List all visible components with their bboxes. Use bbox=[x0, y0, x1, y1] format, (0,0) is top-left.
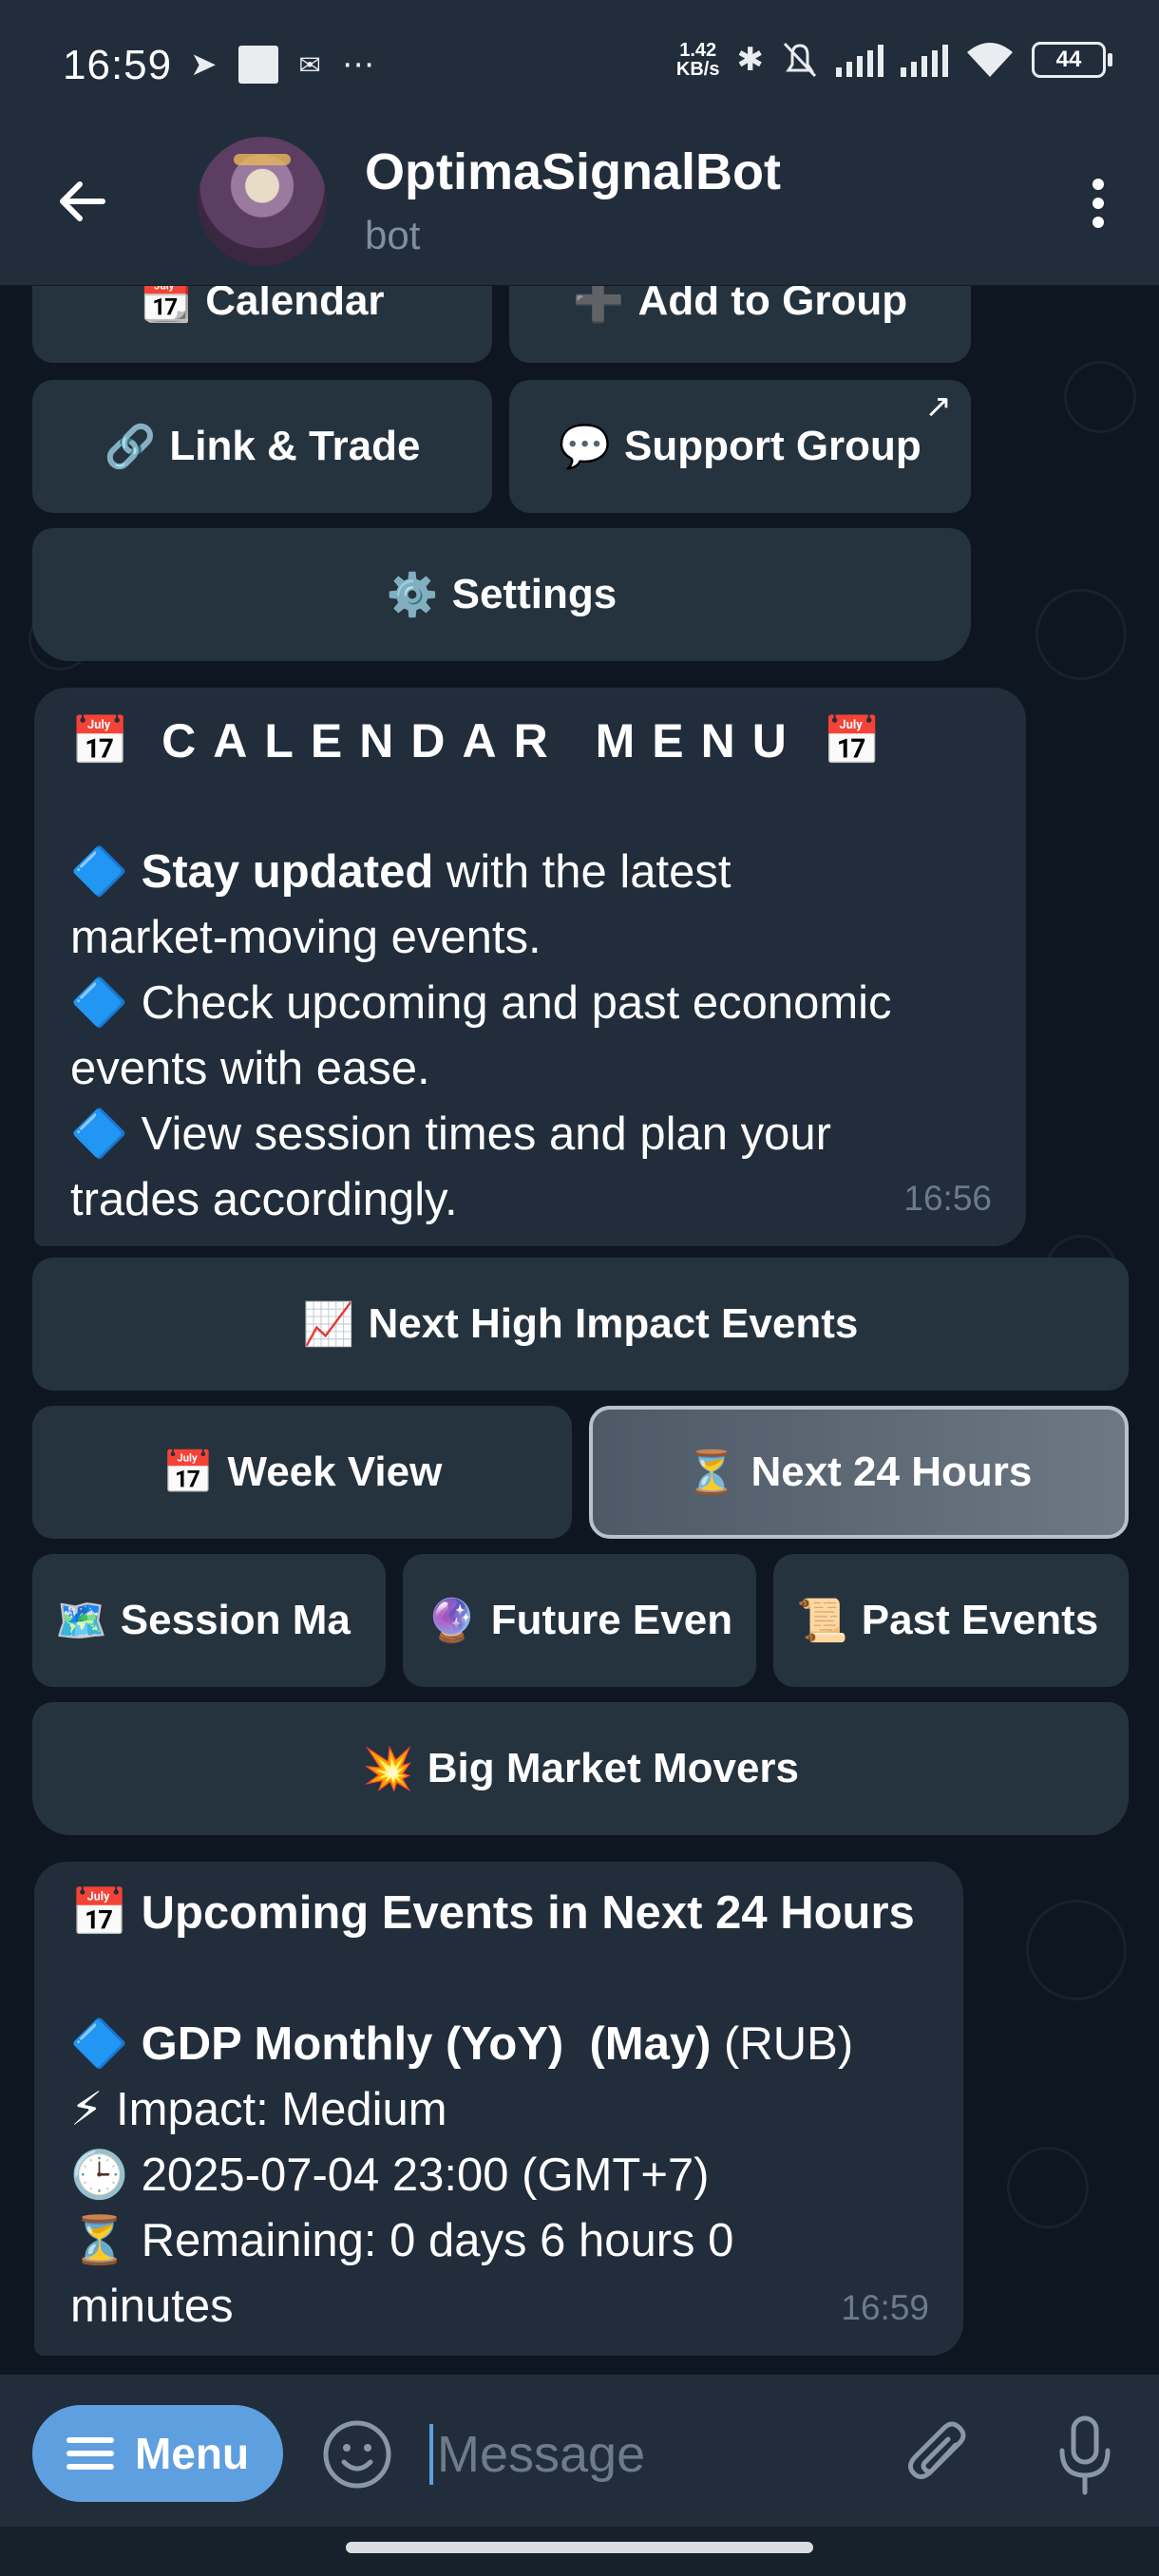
upcoming-events-message: 📅 Upcoming Events in Next 24 Hours 🔷 GDP… bbox=[34, 1862, 963, 2356]
past-events-button[interactable]: 📜 Past Events bbox=[773, 1554, 1129, 1687]
net-speed-unit: KB/s bbox=[675, 59, 720, 80]
status-time: 16:59 bbox=[63, 42, 173, 88]
bluetooth-icon: ✱ bbox=[736, 42, 765, 78]
more-dots-icon: ⋯ bbox=[341, 47, 374, 83]
blue-diamond-icon: 🔷 bbox=[70, 1108, 129, 1160]
wifi-icon bbox=[967, 43, 1013, 77]
line2-text: Check upcoming and past economic bbox=[141, 977, 892, 1029]
big-market-movers-label: Big Market Movers bbox=[427, 1745, 800, 1791]
event-name: GDP Monthly (YoY) (May) bbox=[141, 2018, 712, 2070]
calendar-title-icon: 📅 bbox=[822, 714, 882, 767]
future-events-label: Future Even bbox=[490, 1597, 733, 1643]
bot-avatar[interactable] bbox=[198, 137, 327, 266]
signal-icon bbox=[836, 43, 884, 77]
mail-icon: ✉ bbox=[298, 49, 321, 80]
upcoming-events-title: Upcoming Events in Next 24 Hours bbox=[141, 1887, 915, 1939]
message-time: 16:59 bbox=[841, 2288, 929, 2327]
collision-icon: 💥 bbox=[361, 1746, 414, 1792]
session-map-button[interactable]: 🗺️ Session Ma bbox=[32, 1554, 386, 1687]
event-impact: Impact: Medium bbox=[116, 2084, 447, 2135]
bell-off-icon bbox=[783, 42, 817, 78]
event-datetime: 2025-07-04 23:00 (GMT+7) bbox=[141, 2150, 710, 2201]
future-events-button[interactable]: 🔮 Future Even bbox=[403, 1554, 756, 1687]
more-vertical-icon[interactable] bbox=[1079, 171, 1117, 237]
calendar-menu-title: CALENDAR MENU bbox=[162, 714, 804, 767]
next-high-impact-events-button[interactable]: 📈 Next High Impact Events bbox=[32, 1258, 1129, 1391]
support-group-label: Support Group bbox=[623, 423, 922, 469]
stay-updated-text: Stay updated bbox=[141, 846, 434, 898]
past-events-label: Past Events bbox=[861, 1597, 1099, 1643]
square-notification-icon bbox=[238, 46, 278, 84]
settings-label: Settings bbox=[451, 571, 618, 617]
status-bar: 16:59 ➤ ✉ ⋯ 1.42 KB/s ✱ 44 bbox=[0, 0, 1159, 133]
settings-button[interactable]: ⚙️ Settings bbox=[32, 528, 971, 661]
network-speed: 1.42 KB/s bbox=[676, 41, 720, 79]
event-currency: (RUB) bbox=[711, 2018, 854, 2070]
next-24-hours-label: Next 24 Hours bbox=[750, 1449, 1033, 1495]
navigation-bar bbox=[0, 2527, 1159, 2576]
hamburger-icon bbox=[66, 2430, 114, 2477]
event-remaining: Remaining: 0 days 6 hours 0 bbox=[141, 2215, 734, 2266]
bot-menu-button[interactable]: Menu bbox=[32, 2405, 283, 2502]
calendar-icon: 📅 bbox=[162, 1449, 215, 1496]
event-remaining-continued: minutes bbox=[70, 2281, 234, 2332]
link-and-trade-button[interactable]: 🔗 Link & Trade bbox=[32, 380, 492, 513]
signal-icon bbox=[901, 43, 948, 77]
lightning-icon: ⚡ bbox=[70, 2084, 104, 2135]
calendar-menu-message: 📅 CALENDAR MENU 📅 🔷 Stay updated with th… bbox=[34, 688, 1026, 1246]
speech-bubble-icon: 💬 bbox=[559, 424, 611, 470]
calendar-title-icon: 📅 bbox=[70, 714, 130, 767]
link-icon: 🔗 bbox=[104, 424, 157, 470]
week-view-button[interactable]: 📅 Week View bbox=[32, 1406, 572, 1539]
crystal-ball-icon: 🔮 bbox=[426, 1598, 478, 1644]
chat-header: OptimaSignalBot bot bbox=[0, 133, 1159, 286]
session-map-label: Session Ma bbox=[120, 1597, 351, 1643]
link-and-trade-label: Link & Trade bbox=[169, 423, 421, 469]
paperclip-icon[interactable] bbox=[902, 2416, 975, 2492]
gear-icon: ⚙️ bbox=[386, 572, 439, 618]
telegram-icon: ➤ bbox=[190, 47, 218, 83]
line1-text: with the latest bbox=[433, 846, 732, 898]
week-view-label: Week View bbox=[227, 1449, 443, 1495]
big-market-movers-button[interactable]: 💥 Big Market Movers bbox=[32, 1702, 1129, 1835]
home-gesture-handle[interactable] bbox=[346, 2542, 813, 2553]
chart-increasing-icon: 📈 bbox=[302, 1301, 355, 1348]
hourglass-icon: ⏳ bbox=[70, 2215, 129, 2266]
support-group-button[interactable]: 💬 Support Group ↗ bbox=[509, 380, 971, 513]
chat-title[interactable]: OptimaSignalBot bbox=[365, 142, 781, 201]
hourglass-icon: ⏳ bbox=[685, 1449, 738, 1496]
line2-continued: events with ease. bbox=[70, 1043, 430, 1094]
next-high-impact-label: Next High Impact Events bbox=[368, 1300, 859, 1347]
blue-diamond-icon: 🔷 bbox=[70, 977, 129, 1029]
message-input[interactable]: Message bbox=[429, 2424, 874, 2485]
line3-continued: trades accordingly. bbox=[70, 1174, 458, 1225]
battery-level: 44 bbox=[1055, 47, 1082, 72]
external-link-arrow-icon: ↗ bbox=[924, 388, 953, 425]
world-map-icon: 🗺️ bbox=[55, 1598, 107, 1644]
net-speed-value: 1.42 bbox=[679, 40, 717, 61]
clock-icon: 🕒 bbox=[70, 2150, 129, 2201]
back-arrow-icon[interactable] bbox=[55, 173, 112, 230]
line1-continued: market-moving events. bbox=[70, 912, 542, 963]
chat-subtitle: bot bbox=[365, 213, 421, 257]
blue-diamond-icon: 🔷 bbox=[70, 846, 129, 898]
emoji-icon[interactable] bbox=[321, 2418, 393, 2491]
message-input-bar: Menu Message bbox=[0, 2375, 1159, 2527]
blue-diamond-icon: 🔷 bbox=[70, 2018, 129, 2070]
battery-icon: 44 bbox=[1032, 42, 1112, 78]
scroll-icon: 📜 bbox=[796, 1598, 848, 1644]
next-24-hours-button[interactable]: ⏳ Next 24 Hours bbox=[589, 1406, 1129, 1539]
microphone-icon[interactable] bbox=[1049, 2413, 1121, 2498]
line3-text: View session times and plan your bbox=[141, 1108, 831, 1160]
message-time: 16:56 bbox=[903, 1179, 992, 1218]
menu-label: Menu bbox=[134, 2429, 250, 2478]
calendar-title-icon: 📅 bbox=[70, 1887, 129, 1939]
